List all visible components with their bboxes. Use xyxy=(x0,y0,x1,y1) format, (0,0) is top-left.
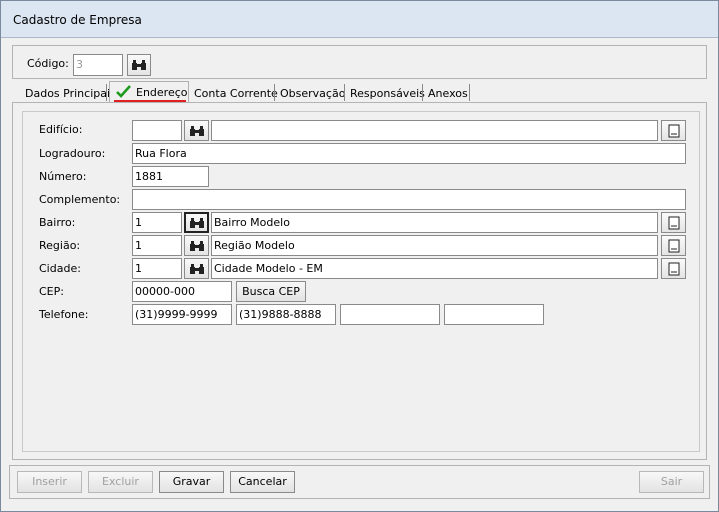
telefone-label: Telefone: xyxy=(39,308,89,321)
regiao-name-field[interactable]: Região Modelo xyxy=(211,235,658,256)
binoculars-icon xyxy=(189,240,204,251)
bairro-detail-button[interactable] xyxy=(661,212,686,233)
sair-button[interactable]: Sair xyxy=(639,471,704,493)
regiao-label: Região: xyxy=(39,239,81,252)
edificio-detail-button[interactable] xyxy=(661,120,686,141)
cidade-search-button[interactable] xyxy=(184,258,209,279)
cadastro-empresa-window: Cadastro de Empresa Código: 3 Dados Prin… xyxy=(0,0,719,512)
tab-separator xyxy=(274,84,275,101)
document-icon xyxy=(668,124,679,137)
binoculars-icon xyxy=(189,125,204,136)
tab-separator xyxy=(106,84,107,101)
binoculars-icon xyxy=(132,60,146,70)
busca-cep-button[interactable]: Busca CEP xyxy=(236,281,306,302)
codigo-label: Código: xyxy=(27,57,69,70)
tab-conta-corrente[interactable]: Conta Corrente xyxy=(194,85,278,102)
bairro-code-field[interactable]: 1 xyxy=(132,212,182,233)
regiao-detail-button[interactable] xyxy=(661,235,686,256)
tab-endereco-label: Endereço xyxy=(136,86,188,99)
telefone-field-3[interactable] xyxy=(340,304,440,325)
bairro-label: Bairro: xyxy=(39,216,76,229)
bairro-search-button[interactable] xyxy=(184,212,209,233)
regiao-code-field[interactable]: 1 xyxy=(132,235,182,256)
tab-anexos[interactable]: Anexos xyxy=(428,85,468,102)
cidade-label: Cidade: xyxy=(39,262,81,275)
tab-dados-principais[interactable]: Dados Principais xyxy=(25,85,116,102)
cancelar-button[interactable]: Cancelar xyxy=(230,471,295,493)
tab-separator xyxy=(422,84,423,101)
edificio-name-field[interactable] xyxy=(211,120,658,141)
inserir-button[interactable]: Inserir xyxy=(17,471,82,493)
telefone-field-1[interactable]: (31)9999-9999 xyxy=(132,304,232,325)
edificio-search-button[interactable] xyxy=(184,120,209,141)
numero-label: Número: xyxy=(39,170,87,183)
document-icon xyxy=(668,216,679,229)
edificio-code-field[interactable] xyxy=(132,120,182,141)
codigo-search-button[interactable] xyxy=(127,54,151,76)
cep-field[interactable]: 00000-000 xyxy=(132,281,232,302)
document-icon xyxy=(668,262,679,275)
cidade-code-field[interactable]: 1 xyxy=(132,258,182,279)
telefone-field-4[interactable] xyxy=(444,304,544,325)
document-icon xyxy=(668,239,679,252)
tab-separator xyxy=(344,84,345,101)
logradouro-field[interactable]: Rua Flora xyxy=(132,143,686,164)
bairro-name-field[interactable]: Bairro Modelo xyxy=(211,212,658,233)
edificio-label: Edifício: xyxy=(39,123,83,136)
tab-separator xyxy=(469,84,470,101)
window-title: Cadastro de Empresa xyxy=(13,13,142,27)
complemento-label: Complemento: xyxy=(39,193,121,206)
tab-endereco[interactable]: Endereço xyxy=(109,81,189,103)
cidade-detail-button[interactable] xyxy=(661,258,686,279)
gravar-button[interactable]: Gravar xyxy=(159,471,224,493)
codigo-field[interactable]: 3 xyxy=(73,54,123,76)
logradouro-label: Logradouro: xyxy=(39,147,106,160)
tab-responsaveis[interactable]: Responsáveis xyxy=(350,85,425,102)
numero-field[interactable]: 1881 xyxy=(132,166,209,187)
cep-label: CEP: xyxy=(39,285,64,298)
binoculars-icon xyxy=(189,217,204,228)
window-titlebar: Cadastro de Empresa xyxy=(1,1,718,38)
excluir-button[interactable]: Excluir xyxy=(88,471,153,493)
telefone-field-2[interactable]: (31)9888-8888 xyxy=(236,304,336,325)
cidade-name-field[interactable]: Cidade Modelo - EM xyxy=(211,258,658,279)
tab-observacao[interactable]: Observação xyxy=(280,85,345,102)
checkmark-icon xyxy=(116,85,131,98)
binoculars-icon xyxy=(189,263,204,274)
complemento-field[interactable] xyxy=(132,189,686,210)
regiao-search-button[interactable] xyxy=(184,235,209,256)
